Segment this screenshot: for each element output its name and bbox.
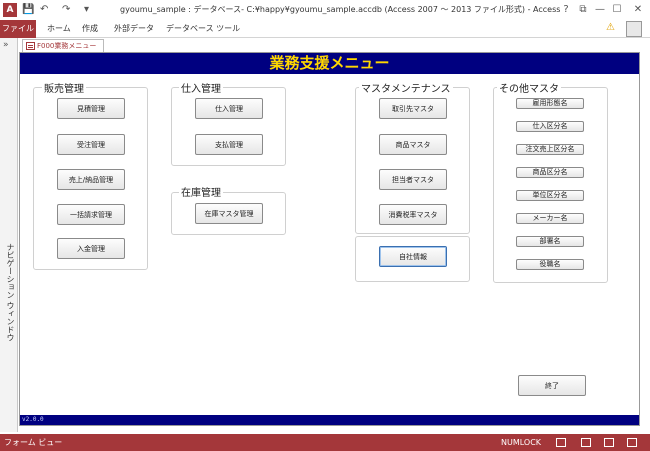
tab-home[interactable]: ホーム bbox=[47, 20, 71, 38]
purchase-category-button[interactable]: 仕入区分名 bbox=[516, 121, 584, 132]
tax-rate-master-button[interactable]: 消費税率マスタ bbox=[379, 204, 447, 225]
layout-view-icon[interactable] bbox=[604, 438, 614, 447]
menu-form: 業務支援メニュー 販売管理 見積管理 受注管理 売上/納品管理 一括請求管理 入… bbox=[19, 52, 640, 426]
exit-button[interactable]: 終了 bbox=[518, 375, 586, 396]
view-mode-label: フォーム ビュー bbox=[4, 438, 63, 447]
access-logo-icon[interactable]: A bbox=[3, 3, 17, 17]
unit-category-button[interactable]: 単位区分名 bbox=[516, 190, 584, 201]
tab-external-data[interactable]: 外部データ bbox=[114, 20, 154, 38]
navigation-pane-label[interactable]: ナビゲーション ウィンドウ bbox=[2, 243, 16, 342]
expand-nav-icon[interactable]: » bbox=[3, 40, 9, 50]
payment-button[interactable]: 支払管理 bbox=[195, 134, 263, 155]
form-icon bbox=[26, 42, 35, 50]
payment-receipt-button[interactable]: 入金管理 bbox=[57, 238, 125, 259]
minimize-button[interactable]: — bbox=[592, 2, 608, 18]
purchase-group-label: 仕入管理 bbox=[179, 80, 223, 95]
form-title: 業務支援メニュー bbox=[20, 53, 639, 74]
user-avatar[interactable] bbox=[626, 21, 642, 37]
department-button[interactable]: 部署名 bbox=[516, 236, 584, 247]
datasheet-view-icon[interactable] bbox=[581, 438, 591, 447]
form-view-icon[interactable] bbox=[556, 438, 566, 447]
warning-icon[interactable]: ⚠ bbox=[606, 22, 615, 33]
other-master-group bbox=[493, 87, 608, 283]
tab-create[interactable]: 作成 bbox=[82, 20, 98, 38]
customize-icon[interactable]: ▾ bbox=[84, 3, 89, 17]
purchase-button[interactable]: 仕入管理 bbox=[195, 98, 263, 119]
restore-ribbon-button[interactable]: ⧉ bbox=[575, 2, 591, 18]
quotation-button[interactable]: 見積管理 bbox=[57, 98, 125, 119]
status-bar: フォーム ビュー NUMLOCK bbox=[0, 434, 650, 451]
maker-button[interactable]: メーカー名 bbox=[516, 213, 584, 224]
version-label: v2.0.0 bbox=[20, 415, 639, 425]
company-info-button[interactable]: 自社情報 bbox=[379, 246, 447, 267]
help-button[interactable]: ? bbox=[558, 2, 574, 18]
save-icon[interactable]: 💾 bbox=[22, 3, 34, 17]
redo-icon[interactable]: ↷ bbox=[62, 3, 70, 17]
navigation-pane[interactable]: » ナビゲーション ウィンドウ bbox=[0, 38, 18, 432]
inventory-master-button[interactable]: 在庫マスタ管理 bbox=[195, 203, 263, 224]
design-view-icon[interactable] bbox=[627, 438, 637, 447]
product-master-button[interactable]: 商品マスタ bbox=[379, 134, 447, 155]
tab-f000-menu[interactable]: F000業務メニュー bbox=[22, 39, 104, 52]
order-button[interactable]: 受注管理 bbox=[57, 134, 125, 155]
undo-icon[interactable]: ↶ bbox=[40, 3, 48, 17]
maximize-button[interactable]: ☐ bbox=[609, 2, 625, 18]
close-button[interactable]: ✕ bbox=[630, 2, 646, 18]
window-title: gyoumu_sample : データベース- C:¥happy¥gyoumu_… bbox=[120, 5, 561, 14]
customer-master-button[interactable]: 取引先マスタ bbox=[379, 98, 447, 119]
job-title-button[interactable]: 役職名 bbox=[516, 259, 584, 270]
other-master-group-label: その他マスタ bbox=[497, 80, 561, 95]
sales-delivery-button[interactable]: 売上/納品管理 bbox=[57, 169, 125, 190]
ribbon-tabs: ファイル ホーム 作成 外部データ データベース ツール ⚠ bbox=[0, 20, 650, 38]
product-category-button[interactable]: 商品区分名 bbox=[516, 167, 584, 178]
bulk-billing-button[interactable]: 一括請求管理 bbox=[57, 204, 125, 225]
tab-file[interactable]: ファイル bbox=[0, 20, 36, 38]
staff-master-button[interactable]: 担当者マスタ bbox=[379, 169, 447, 190]
master-group-label: マスタメンテナンス bbox=[359, 80, 453, 95]
tab-database-tools[interactable]: データベース ツール bbox=[166, 20, 240, 38]
title-bar: A 💾 ↶ ↷ ▾ gyoumu_sample : データベース- C:¥hap… bbox=[0, 0, 650, 20]
numlock-indicator: NUMLOCK bbox=[501, 438, 542, 447]
doc-tab-label: F000業務メニュー bbox=[37, 42, 97, 50]
order-sales-category-button[interactable]: 注文売上区分名 bbox=[516, 144, 584, 155]
sales-group-label: 販売管理 bbox=[42, 80, 86, 95]
inventory-group-label: 在庫管理 bbox=[179, 184, 223, 199]
employment-type-button[interactable]: 雇用形態名 bbox=[516, 98, 584, 109]
